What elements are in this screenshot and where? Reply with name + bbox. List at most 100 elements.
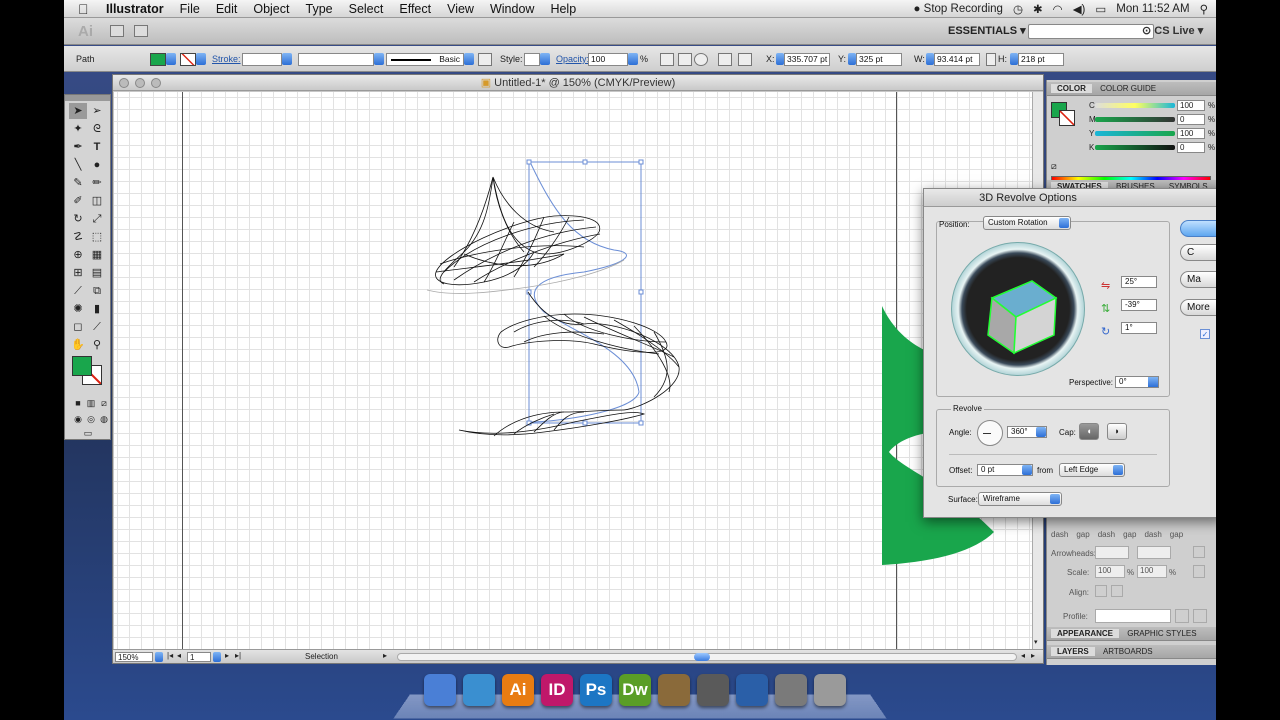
eraser-tool-icon[interactable]: ◫ xyxy=(88,193,106,209)
map-art-button[interactable]: Ma xyxy=(1180,271,1216,288)
ellipse-tool-icon[interactable]: ● xyxy=(88,157,106,173)
menu-file[interactable]: File xyxy=(172,2,208,16)
pencil-tool-icon[interactable]: ✏ xyxy=(88,175,106,191)
scroll-right-arrow-icon[interactable]: ▸ xyxy=(1031,651,1035,660)
stop-recording-item[interactable]: ● Stop Recording xyxy=(914,3,1003,15)
align-left-icon[interactable] xyxy=(738,52,752,66)
menu-help[interactable]: Help xyxy=(542,2,584,16)
revolve-profile-path[interactable] xyxy=(530,163,640,423)
graphic-style-field[interactable] xyxy=(524,52,550,66)
wifi-icon[interactable]: ◠ xyxy=(1053,2,1063,16)
horizontal-scroll-thumb[interactable] xyxy=(694,653,710,661)
variable-width-input[interactable] xyxy=(298,52,374,66)
cs-live-button[interactable]: ⊙ CS Live ▾ xyxy=(1142,24,1203,37)
angle-field[interactable]: 360° xyxy=(1007,426,1047,438)
gradient-tool-icon[interactable]: ▤ xyxy=(88,265,106,281)
black-input[interactable]: 0 xyxy=(1177,142,1205,153)
symbol-sprayer-tool-icon[interactable]: ✺ xyxy=(69,301,87,317)
workspace-switcher[interactable]: ESSENTIALS ▾ xyxy=(948,24,1026,37)
perspective-input[interactable]: 0° xyxy=(1119,377,1127,386)
recolor-icon[interactable] xyxy=(478,52,492,66)
black-slider[interactable] xyxy=(1095,145,1175,150)
menu-edit[interactable]: Edit xyxy=(208,2,246,16)
perspective-grid-tool-icon[interactable]: ▦ xyxy=(88,247,106,263)
type-tool-icon[interactable]: T xyxy=(88,139,106,155)
end-arrowhead-select[interactable] xyxy=(1137,546,1171,559)
arrow-place-align-icon[interactable] xyxy=(1111,585,1123,597)
dock-finder-icon[interactable] xyxy=(424,674,456,706)
menu-object[interactable]: Object xyxy=(245,2,297,16)
w-field[interactable]: 93.414 pt xyxy=(926,52,980,66)
more-options-button[interactable]: More xyxy=(1180,299,1216,316)
zoom-window-button[interactable] xyxy=(151,78,161,88)
flip-across-icon[interactable] xyxy=(1193,609,1207,623)
rotate-tool-icon[interactable]: ↻ xyxy=(69,211,87,227)
tab-appearance[interactable]: APPEARANCE xyxy=(1051,629,1120,638)
bluetooth-icon[interactable]: ✱ xyxy=(1033,2,1043,16)
flip-along-icon[interactable] xyxy=(1175,609,1189,623)
y-input[interactable]: 325 pt xyxy=(856,52,902,66)
horizontal-scrollbar[interactable] xyxy=(397,653,1017,661)
tab-artboards[interactable]: ARTBOARDS xyxy=(1097,647,1159,656)
scroll-left-arrow-icon[interactable]: ◂ xyxy=(1021,651,1025,660)
battery-icon[interactable]: ▭ xyxy=(1095,2,1106,16)
start-scale-input[interactable]: 100 xyxy=(1095,565,1125,578)
none-mode-icon[interactable]: ⧄ xyxy=(95,395,113,411)
stroke-swatch-control[interactable] xyxy=(180,52,206,66)
artboard-tool-icon[interactable]: ◻ xyxy=(69,319,87,335)
x-field[interactable]: 335.707 pt xyxy=(776,52,830,66)
dock-system-preferences-icon[interactable] xyxy=(775,674,807,706)
align-to-selection-icon[interactable] xyxy=(660,52,674,66)
close-window-button[interactable] xyxy=(119,78,129,88)
dock-safari-icon[interactable] xyxy=(463,674,495,706)
h-field[interactable]: 218 pt xyxy=(1010,52,1064,66)
paintbrush-tool-icon[interactable]: ✎ xyxy=(69,175,87,191)
menu-select[interactable]: Select xyxy=(341,2,392,16)
dock-iphoto-icon[interactable] xyxy=(658,674,690,706)
cyan-slider[interactable] xyxy=(1095,103,1175,108)
yellow-slider[interactable] xyxy=(1095,131,1175,136)
dock-imovie-icon[interactable] xyxy=(697,674,729,706)
dock-trash-icon[interactable] xyxy=(814,674,846,706)
document-title-bar[interactable]: ▣ Untitled-1* @ 150% (CMYK/Preview) xyxy=(113,75,1043,91)
next-artboard-icon[interactable]: ▸ xyxy=(225,651,229,660)
artboard-number-field[interactable]: 1 xyxy=(187,652,211,662)
profile-select[interactable] xyxy=(1095,609,1171,623)
zoom-tool-icon[interactable]: ⚲ xyxy=(88,337,106,353)
x-rotation-input[interactable]: 25° xyxy=(1121,276,1157,288)
menu-window[interactable]: Window xyxy=(482,2,542,16)
blend-tool-icon[interactable]: ⧉ xyxy=(88,283,106,299)
selection-tool-icon[interactable]: ➤ xyxy=(69,103,87,119)
bridge-button[interactable] xyxy=(110,25,124,37)
artboard-dropdown-icon[interactable] xyxy=(213,652,221,662)
angle-dial[interactable] xyxy=(977,420,1003,446)
slice-tool-icon[interactable]: ⟋ xyxy=(88,319,106,335)
cancel-button[interactable]: C xyxy=(1180,244,1216,261)
first-artboard-icon[interactable]: |◂ xyxy=(167,651,173,660)
menu-view[interactable]: View xyxy=(439,2,482,16)
free-transform-tool-icon[interactable]: ⬚ xyxy=(88,229,106,245)
stroke-label[interactable]: Stroke: xyxy=(212,52,241,66)
status-menu-arrow-icon[interactable]: ▸ xyxy=(383,651,387,660)
h-input[interactable]: 218 pt xyxy=(1018,52,1064,66)
scale-tool-icon[interactable]: ⤢ xyxy=(88,211,106,227)
clock[interactable]: Mon 11:52 AM xyxy=(1116,3,1189,15)
z-rotation-input[interactable]: 1° xyxy=(1121,322,1157,334)
opacity-label[interactable]: Opacity: xyxy=(556,52,589,66)
volume-icon[interactable]: ◀) xyxy=(1073,2,1086,16)
settings-icon[interactable] xyxy=(694,52,708,66)
end-scale-input[interactable]: 100 xyxy=(1137,565,1167,578)
dialog-title-bar[interactable]: 3D Revolve Options xyxy=(924,189,1216,207)
menu-type[interactable]: Type xyxy=(298,2,341,16)
brush-field[interactable]: Basic xyxy=(386,52,464,66)
wireframe-spiral-artwork[interactable] xyxy=(435,176,680,437)
none-color-icon[interactable]: ⧄ xyxy=(1051,160,1063,172)
angle-input[interactable]: 360° xyxy=(1011,427,1028,436)
line-tool-icon[interactable]: ╲ xyxy=(69,157,87,173)
mesh-tool-icon[interactable]: ⊞ xyxy=(69,265,87,281)
canvas[interactable] xyxy=(114,92,1032,649)
w-input[interactable]: 93.414 pt xyxy=(934,52,980,66)
magenta-input[interactable]: 0 xyxy=(1177,114,1205,125)
dock-quicktime-icon[interactable] xyxy=(736,674,768,706)
brush-definition[interactable]: Basic xyxy=(386,52,474,66)
